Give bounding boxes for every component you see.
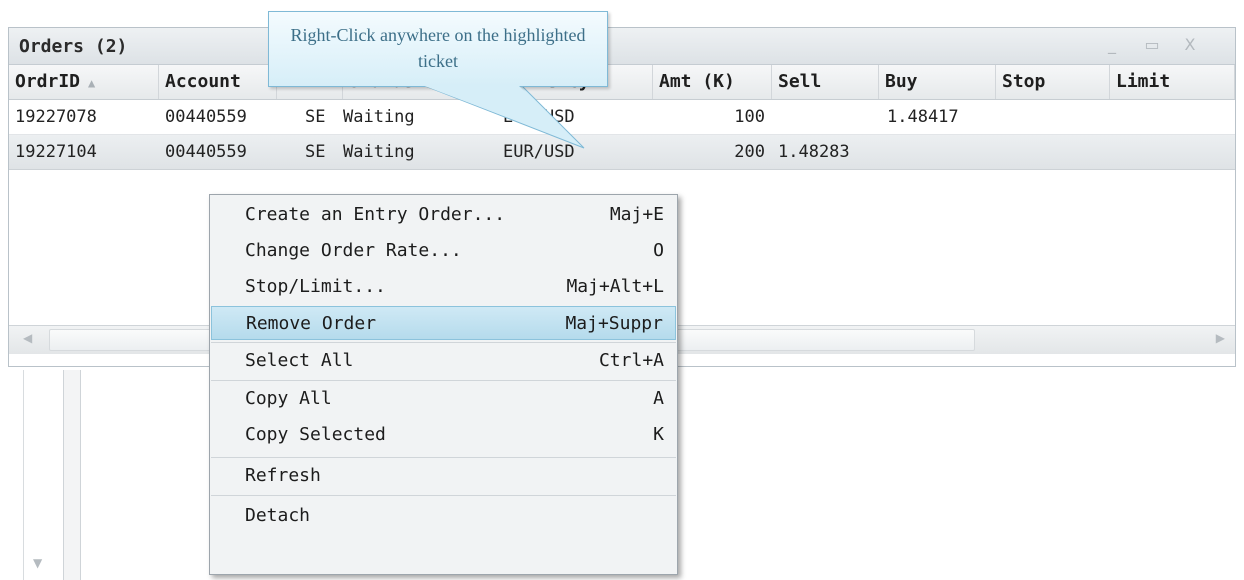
lower-pane <box>23 370 64 580</box>
scroll-down-icon[interactable]: ▼ <box>33 556 42 570</box>
vertical-scrollbar[interactable] <box>63 370 81 580</box>
cell-account: 00440559 <box>165 107 247 127</box>
menu-separator <box>211 495 676 496</box>
column-header-account[interactable]: Account <box>159 65 277 99</box>
cell-ordrid: 19227104 <box>15 142 97 162</box>
cell-account: 00440559 <box>165 142 247 162</box>
close-icon[interactable]: X <box>1179 35 1201 55</box>
cell-amount: 200 <box>734 142 765 162</box>
column-header-ordrid[interactable]: OrdrID ▲ <box>9 65 159 99</box>
column-header-buy[interactable]: Buy <box>879 65 996 99</box>
menu-item-detach[interactable]: Detach <box>211 499 676 533</box>
cell-type: SE <box>305 142 326 162</box>
menu-item-create-entry-order[interactable]: Create an Entry Order... Maj+E <box>211 198 676 232</box>
column-header-stop[interactable]: Stop <box>996 65 1110 99</box>
cell-currency: EUR/USD <box>503 142 575 162</box>
menu-item-refresh[interactable]: Refresh <box>211 459 676 493</box>
menu-item-change-order-rate[interactable]: Change Order Rate... O <box>211 234 676 268</box>
panel-titlebar: Orders (2) _ ▭ X <box>9 28 1235 65</box>
callout-tooltip: Right-Click anywhere on the highlighted … <box>268 11 608 87</box>
column-header-sell[interactable]: Sell <box>772 65 879 99</box>
menu-item-copy-all[interactable]: Copy All A <box>211 382 676 416</box>
cell-ordrid: 19227078 <box>15 107 97 127</box>
table-row[interactable]: 19227078 00440559 SE Waiting EUR/USD 100… <box>9 100 1235 135</box>
sort-ascending-icon: ▲ <box>88 76 96 90</box>
callout-text: Right-Click anywhere on the highlighted … <box>290 25 586 71</box>
maximize-icon[interactable]: ▭ <box>1141 35 1163 55</box>
cell-status: Waiting <box>343 142 415 162</box>
table-row-selected[interactable]: 19227104 00440559 SE Waiting EUR/USD 200… <box>9 135 1235 170</box>
menu-separator <box>211 342 676 343</box>
scroll-right-icon[interactable]: ▶ <box>1216 331 1225 345</box>
menu-item-remove-order[interactable]: Remove Order Maj+Suppr <box>211 306 676 340</box>
column-header-amt[interactable]: Amt (K) <box>653 65 772 99</box>
menu-separator <box>211 457 676 458</box>
menu-item-copy-selected[interactable]: Copy Selected K <box>211 418 676 452</box>
cell-buy: 1.48417 <box>887 107 959 127</box>
cell-currency: EUR/USD <box>503 107 575 127</box>
table-header: OrdrID▲ Account T Status Currency Amt (K… <box>9 65 1235 100</box>
cell-type: SE <box>305 107 326 127</box>
column-header-limit[interactable]: Limit <box>1110 65 1235 99</box>
cell-status: Waiting <box>343 107 415 127</box>
minimize-icon[interactable]: _ <box>1101 35 1123 55</box>
menu-separator <box>211 380 676 381</box>
menu-item-select-all[interactable]: Select All Ctrl+A <box>211 344 676 378</box>
context-menu: Create an Entry Order... Maj+E Change Or… <box>209 194 678 575</box>
cell-amount: 100 <box>734 107 765 127</box>
cell-sell: 1.48283 <box>778 142 850 162</box>
menu-item-stop-limit[interactable]: Stop/Limit... Maj+Alt+L <box>211 270 676 304</box>
panel-title: Orders (2) <box>19 36 128 57</box>
scroll-left-icon[interactable]: ◀ <box>23 331 32 345</box>
